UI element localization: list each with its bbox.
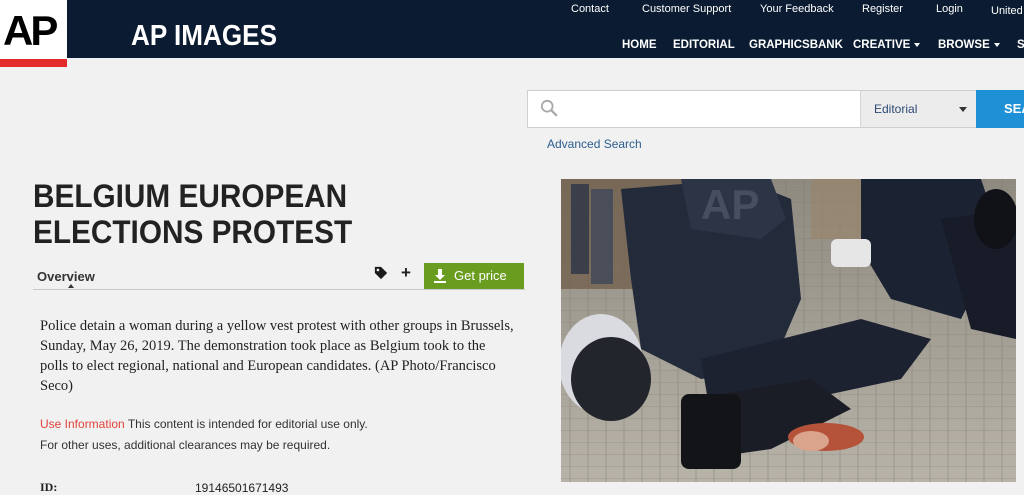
search-scope-select[interactable]: Editorial [860,91,977,127]
protest-photo-illustration: AP [561,179,1016,482]
chevron-down-icon [914,42,921,47]
nav-editorial[interactable]: EDITORIAL [673,39,735,51]
nav-more-label: S [1017,39,1024,51]
page-title: BELGIUM EUROPEAN ELECTIONS PROTEST [33,178,353,250]
search-input[interactable] [568,93,858,125]
nav-creative[interactable]: CREATIVE [853,39,921,51]
search-bar: Editorial SEA [527,90,1024,128]
get-price-label: Get price [454,268,507,283]
photo-watermark: AP [701,181,759,228]
nav-graphicsbank[interactable]: GRAPHICSBANK [749,39,843,51]
tag-icon[interactable] [374,266,388,280]
clearance-note: For other uses, additional clearances ma… [40,438,331,452]
search-button[interactable]: SEA [976,90,1024,128]
chevron-down-icon [959,107,967,112]
add-to-lightbox-icon[interactable]: + [401,263,411,283]
chevron-down-icon [993,42,1000,47]
nav-creative-label: CREATIVE [853,39,911,51]
login-link[interactable]: Login [936,3,963,15]
use-information: Use Information This content is intended… [40,417,368,431]
download-icon [434,269,446,283]
nav-home-label: HOME [622,39,657,51]
asset-description: Police detain a woman during a yellow ve… [40,318,514,394]
top-header: AP IMAGES Contact Customer Support Your … [0,0,1024,58]
advanced-search-link[interactable]: Advanced Search [547,137,642,151]
asset-tabs: Overview + Get price [33,262,525,290]
nav-home[interactable]: HOME [622,39,657,51]
id-label: ID: [40,480,58,494]
tab-active-indicator [68,284,74,288]
ap-logo[interactable]: AP [0,0,67,67]
nav-graphicsbank-label: GRAPHICSBANK [749,39,843,51]
ap-logo-text: AP [3,7,58,54]
logo-red-bar [0,59,67,67]
tab-overview[interactable]: Overview [37,269,95,284]
asset-photo[interactable]: AP [561,179,1016,482]
use-information-link[interactable]: Use Information [40,417,125,431]
feedback-link[interactable]: Your Feedback [760,3,834,15]
customer-support-link[interactable]: Customer Support [642,3,731,15]
main-nav: HOME EDITORIAL GRAPHICSBANK CREATIVE BRO… [0,39,1024,53]
utility-nav: Contact Customer Support Your Feedback R… [0,3,1024,17]
search-scope-value: Editorial [874,102,918,116]
nav-editorial-label: EDITORIAL [673,39,735,51]
nav-more[interactable]: S [1017,39,1024,51]
id-value: 19146501671493 [195,481,289,495]
get-price-button[interactable]: Get price [424,263,524,289]
search-icon [540,99,558,117]
use-information-text: This content is intended for editorial u… [127,417,368,431]
contact-link[interactable]: Contact [571,3,609,15]
nav-browse-label: BROWSE [938,39,990,51]
region-selector[interactable]: United [991,5,1023,17]
register-link[interactable]: Register [862,3,903,15]
nav-browse[interactable]: BROWSE [938,39,1000,51]
